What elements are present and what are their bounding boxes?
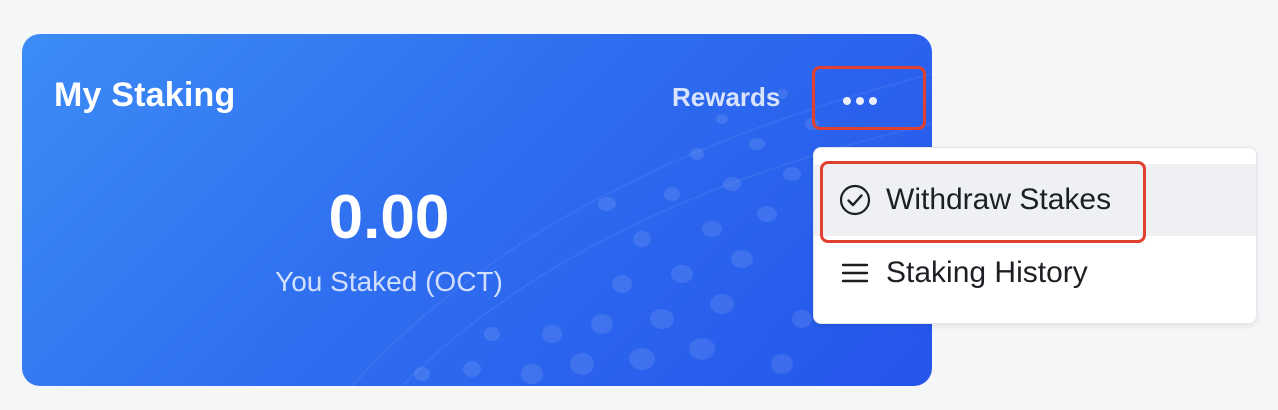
options-dropdown-menu: Withdraw Stakes Staking History (813, 147, 1257, 324)
ellipsis-icon (843, 97, 877, 105)
menu-item-label: Withdraw Stakes (886, 183, 1112, 216)
more-options-button[interactable] (812, 66, 926, 130)
staking-card: My Staking Rewards 0.00 You Staked (OCT) (22, 34, 932, 386)
list-icon (838, 256, 872, 290)
page: My Staking Rewards 0.00 You Staked (OCT)… (0, 0, 1278, 410)
card-title: My Staking (54, 76, 236, 114)
rewards-link[interactable]: Rewards (672, 82, 780, 113)
staked-amount: 0.00 (328, 183, 450, 252)
menu-item-staking-history[interactable]: Staking History (814, 237, 1256, 309)
menu-item-label: Staking History (886, 256, 1088, 289)
check-circle-icon (838, 183, 872, 217)
staked-caption: You Staked (OCT) (275, 266, 503, 297)
menu-item-withdraw-stakes[interactable]: Withdraw Stakes (814, 164, 1256, 236)
